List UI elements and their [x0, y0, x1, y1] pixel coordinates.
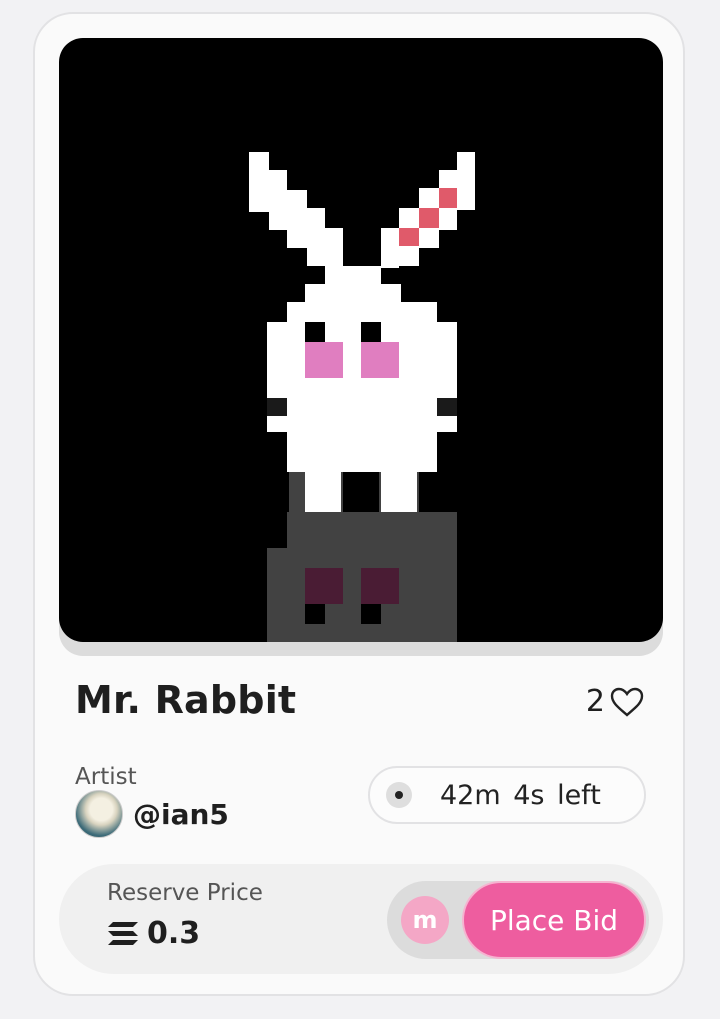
nft-card: Mr. Rabbit 2 Artist @ian5 42m 4s left Re…	[33, 12, 685, 996]
artwork-frame	[59, 38, 663, 656]
place-bid-button[interactable]: Place Bid	[462, 881, 646, 959]
heart-icon[interactable]	[609, 686, 645, 718]
artist-avatar[interactable]	[75, 790, 123, 838]
artist-profile-link[interactable]: @ian5	[75, 790, 229, 838]
like-control[interactable]: 2	[586, 684, 645, 719]
auction-timer: 42m 4s left	[368, 766, 646, 824]
artwork-image[interactable]	[59, 38, 663, 642]
marketplace-logo-icon: m	[401, 896, 449, 944]
reserve-price: 0.3	[107, 916, 200, 951]
bid-action-group: m Place Bid	[387, 881, 649, 959]
artwork-title: Mr. Rabbit	[75, 678, 297, 722]
artist-label: Artist	[75, 764, 137, 790]
bid-panel: Reserve Price 0.3 m Place Bid	[59, 864, 663, 974]
reserve-price-label: Reserve Price	[107, 880, 263, 906]
reserve-price-value: 0.3	[147, 916, 201, 951]
time-left-text: 42m 4s left	[440, 779, 601, 811]
pixel-rabbit-illustration	[249, 152, 475, 642]
timer-status-icon	[386, 782, 412, 808]
solana-icon	[108, 921, 138, 945]
like-count: 2	[585, 684, 605, 719]
artist-handle[interactable]: @ian5	[133, 798, 229, 831]
